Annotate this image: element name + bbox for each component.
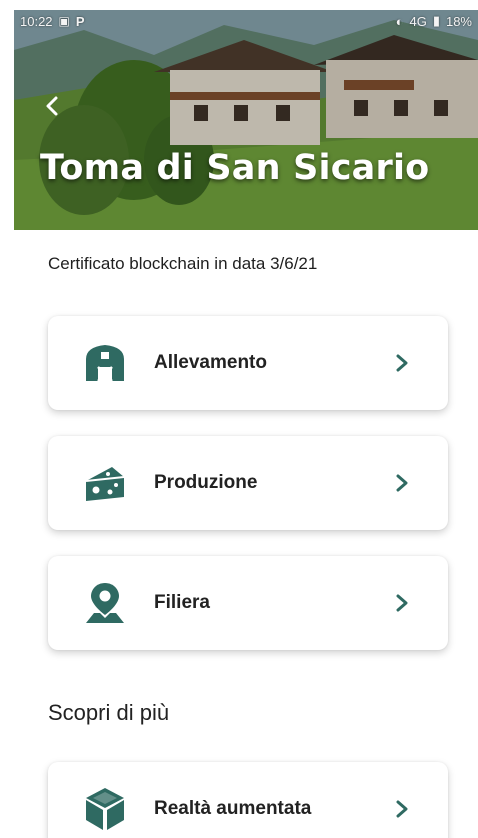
page-title: Toma di San Sicario (40, 148, 430, 188)
cube-icon (82, 786, 128, 832)
chevron-left-icon (46, 96, 58, 116)
card-label: Produzione (154, 472, 258, 493)
header-image: 10:22 ▣ P ◐ 4G ▮ 18% Toma di San Sicario (14, 10, 478, 230)
card-label: Realtà aumentata (154, 798, 312, 819)
chevron-right-icon (396, 474, 408, 492)
notification-icon: ▣ (58, 14, 70, 28)
card-allevamento[interactable]: Allevamento (48, 316, 448, 410)
card-label: Filiera (154, 592, 210, 613)
cheese-icon (82, 460, 128, 506)
status-time: 10:22 (20, 13, 53, 29)
back-button[interactable] (36, 90, 68, 122)
card-label: Allevamento (154, 352, 267, 373)
barn-icon (82, 340, 128, 386)
network-type: 4G (409, 13, 427, 29)
chevron-right-icon (396, 800, 408, 818)
card-filiera[interactable]: Filiera (48, 556, 448, 650)
section-title-discover: Scopri di più (48, 700, 170, 725)
status-bar: 10:22 ▣ P ◐ 4G ▮ 18% (14, 10, 478, 32)
battery-icon: ▮ (432, 13, 440, 28)
parking-icon: P (75, 13, 85, 29)
chevron-right-icon (396, 354, 408, 372)
card-produzione[interactable]: Produzione (48, 436, 448, 530)
map-pin-icon (82, 580, 128, 626)
chevron-right-icon (396, 594, 408, 612)
battery-level: 18% (445, 13, 472, 29)
certificate-date-text: Certificato blockchain in data 3/6/21 (48, 254, 318, 273)
signal-icon: ◐ (395, 13, 404, 29)
card-augmented-reality[interactable]: Realtà aumentata (48, 762, 448, 838)
chalet-landscape-image (14, 10, 478, 230)
